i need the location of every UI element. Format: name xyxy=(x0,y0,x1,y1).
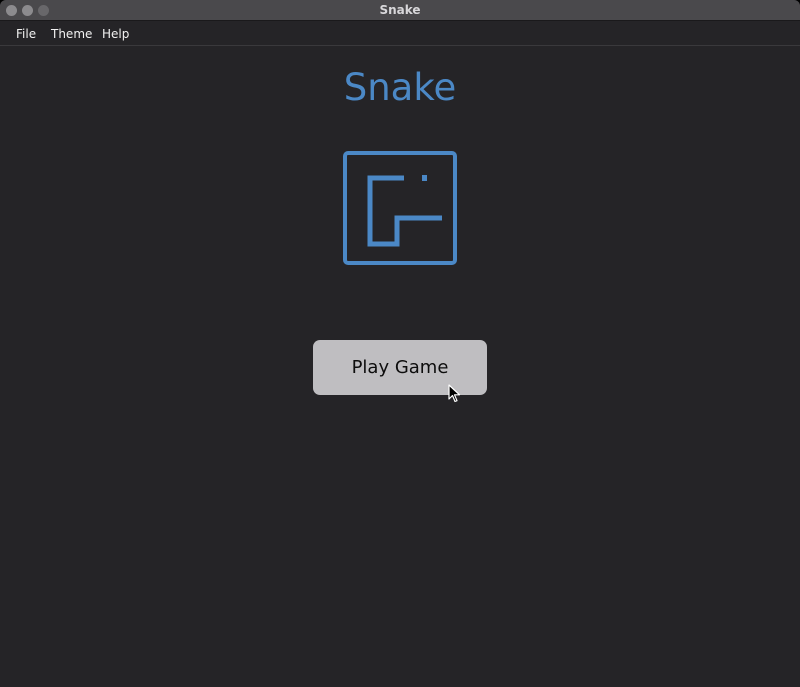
mouse-cursor-icon xyxy=(448,384,461,403)
app-window: Snake File Theme Help Snake Play Game xyxy=(0,0,800,687)
menu-help[interactable]: Help xyxy=(102,27,129,41)
snake-logo-icon xyxy=(343,151,457,265)
game-title: Snake xyxy=(343,66,457,109)
menu-file[interactable]: File xyxy=(16,27,36,41)
menu-bar: File Theme Help xyxy=(0,21,800,46)
window-title: Snake xyxy=(379,3,421,17)
title-bar: Snake xyxy=(0,0,800,21)
menu-theme[interactable]: Theme xyxy=(51,27,92,41)
